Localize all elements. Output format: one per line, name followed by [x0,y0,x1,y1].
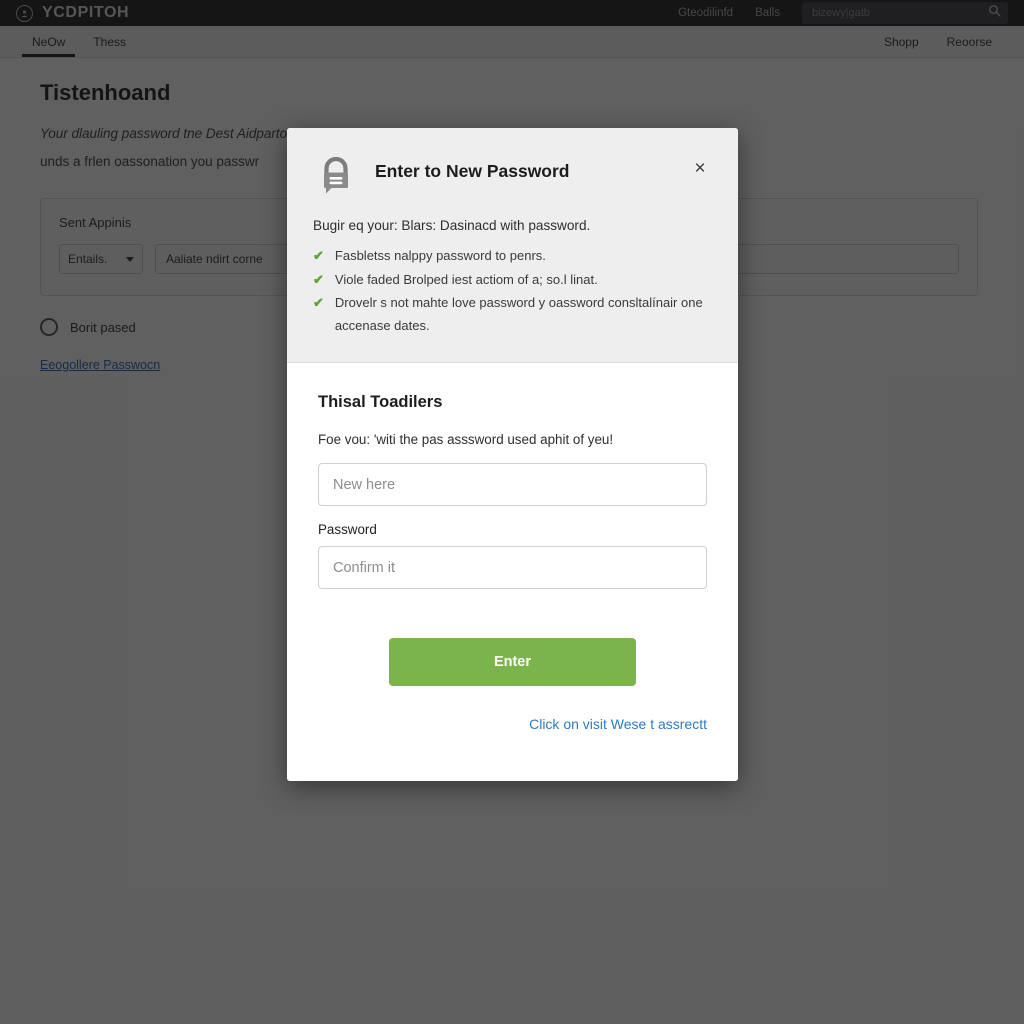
submit-button[interactable]: Enter [389,638,636,686]
screen: YCDPITOH Gteodilinfd Balls bizewy|gatb N… [0,0,1024,1024]
dialog-title: Enter to New Password [375,161,570,181]
dialog-header: Enter to New Password × Bugir eq your: B… [287,128,738,363]
list-item: ✔ Fasbletss nalppy password to penrs. [313,245,712,268]
dialog-body: Thisal Toadilers Foe vou: 'witi the pas … [287,363,738,781]
dialog-header-top: Enter to New Password × [313,150,712,202]
password-field-label: Password [318,522,377,537]
requirement-text: Drovelr s not mahte love password у oass… [334,295,703,333]
help-link[interactable]: Click on visit Wese t assrectt [318,716,707,732]
list-item: ✔ Viole faded Brolped iest actiom of a; … [313,269,712,292]
password-requirements-list: ✔ Fasbletss nalppy password to penrs. ✔ … [313,245,712,337]
check-icon: ✔ [313,295,324,310]
list-item: ✔ Drovelr s not mahte love password у oa… [313,292,712,337]
requirement-text: Viole faded Brolped iest actiom of a; so… [334,271,598,287]
new-password-dialog: Enter to New Password × Bugir eq your: B… [287,128,738,781]
close-icon[interactable]: × [688,156,712,180]
padlock-icon [313,151,359,202]
requirement-text: Fasbletss nalppy password to penrs. [334,248,546,263]
new-password-input[interactable] [318,463,707,506]
check-icon: ✔ [313,271,324,287]
dialog-body-description: Foe vou: 'witi the pas aѕssword used aph… [318,432,614,447]
confirm-password-input[interactable] [318,546,707,589]
dialog-description: Bugir eq your: Blars: Dasinacd with pass… [313,218,591,233]
dialog-body-title: Thisal Toadilers [318,393,443,411]
check-icon: ✔ [313,248,324,263]
